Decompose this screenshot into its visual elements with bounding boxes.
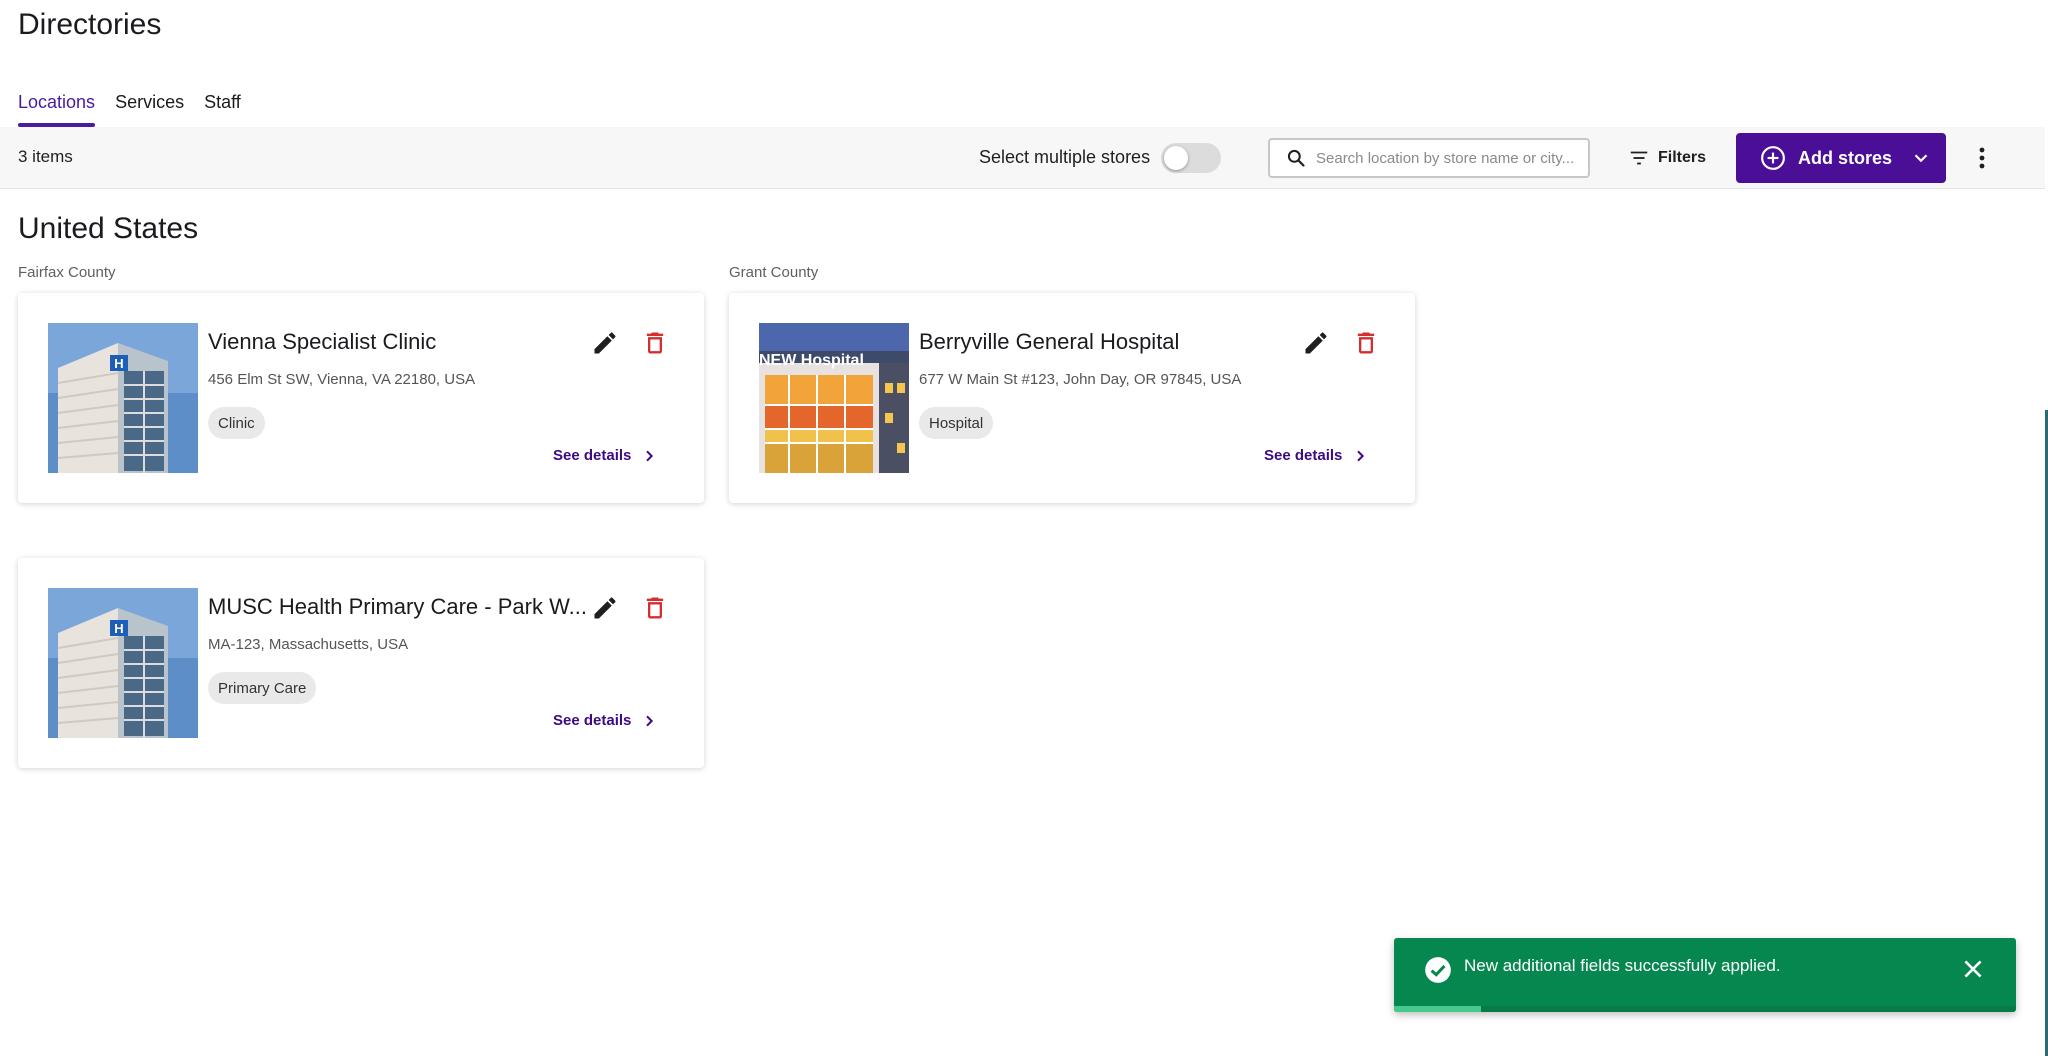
category-chip: Clinic: [208, 407, 265, 439]
pencil-icon: [594, 597, 616, 619]
chevron-right-icon: [646, 715, 654, 726]
location-card: NEW Hospital Berryville General Hospital…: [729, 293, 1415, 503]
tab-staff[interactable]: Staff: [204, 90, 241, 127]
toast-progress-fill: [1394, 1006, 1482, 1012]
toast-message: New additional fields successfully appli…: [1464, 956, 1781, 975]
location-card: H MUSC Health Primary Care - Park W... M…: [18, 558, 704, 768]
trash-icon: [646, 332, 664, 354]
card-address: MA-123, Massachusetts, USA: [208, 636, 409, 653]
toast-progress-track: [1394, 1006, 2016, 1012]
success-toast: New additional fields successfully appli…: [1394, 938, 2016, 1012]
multi-select-label: Select multiple stores: [979, 147, 1151, 167]
see-details-link[interactable]: See details: [1264, 447, 1368, 464]
add-stores-button[interactable]: Add stores: [1736, 133, 1946, 183]
card-title: Berryville General Hospital: [919, 329, 1180, 354]
delete-button[interactable]: [1352, 329, 1380, 357]
directories-page: Directories Locations Services Staff 3 i…: [0, 0, 2048, 1056]
close-icon: [1964, 960, 1982, 978]
trash-icon: [646, 597, 664, 619]
see-details-label: See details: [1264, 447, 1343, 464]
toolbar: 3 items Select multiple stores Filters: [0, 127, 2045, 189]
tabs: Locations Services Staff: [18, 90, 241, 127]
card-address: 456 Elm St SW, Vienna, VA 22180, USA: [208, 371, 476, 388]
country-heading: United States: [18, 212, 199, 245]
add-circle-icon: [1761, 146, 1785, 170]
chevron-down-icon[interactable]: [1910, 147, 1932, 169]
tab-locations[interactable]: Locations: [18, 90, 96, 127]
items-count: 3 items: [18, 147, 73, 166]
filters-button[interactable]: Filters: [1628, 143, 1706, 173]
filter-icon: [1630, 151, 1648, 165]
image-sign-text: NEW Hospital: [759, 352, 864, 369]
hospital-tower-image: H: [48, 588, 198, 738]
card-address: 677 W Main St #123, John Day, OR 97845, …: [919, 371, 1242, 388]
search-box[interactable]: [1268, 138, 1590, 178]
trash-icon: [1357, 332, 1375, 354]
chevron-right-icon: [1357, 450, 1365, 461]
county-label-grant: Grant County: [729, 264, 819, 281]
toggle-knob: [1164, 146, 1188, 170]
search-input[interactable]: [1314, 148, 1584, 168]
delete-button[interactable]: [641, 329, 669, 357]
see-details-link[interactable]: See details: [553, 447, 657, 464]
new-hospital-building-image: NEW Hospital: [759, 323, 909, 473]
card-title: Vienna Specialist Clinic: [208, 329, 437, 354]
check-circle-icon: [1425, 957, 1451, 983]
hospital-tower-image: H: [48, 323, 198, 473]
add-stores-label: Add stores: [1798, 147, 1893, 168]
filters-label: Filters: [1658, 149, 1707, 166]
edit-button[interactable]: [591, 594, 619, 622]
search-icon: [1287, 149, 1305, 167]
delete-button[interactable]: [641, 594, 669, 622]
category-chip: Hospital: [919, 407, 994, 439]
more-vertical-icon: [1979, 147, 1985, 169]
location-card: H Vienna Specialist Clinic 456 Elm St SW…: [18, 293, 704, 503]
see-details-label: See details: [553, 447, 632, 464]
svg-text:H: H: [114, 621, 123, 636]
see-details-label: See details: [553, 712, 632, 729]
edit-button[interactable]: [591, 329, 619, 357]
multi-select-toggle[interactable]: [1161, 143, 1221, 173]
svg-text:H: H: [114, 356, 123, 371]
tab-services[interactable]: Services: [115, 90, 184, 127]
pencil-icon: [1305, 332, 1327, 354]
category-chip: Primary Care: [208, 672, 317, 704]
page-title: Directories: [18, 8, 162, 41]
more-options-button[interactable]: [1970, 143, 1994, 173]
chevron-right-icon: [646, 450, 654, 461]
edit-button[interactable]: [1302, 329, 1330, 357]
card-title: MUSC Health Primary Care - Park W...: [208, 594, 587, 619]
pencil-icon: [594, 332, 616, 354]
toast-close-button[interactable]: [1960, 956, 1986, 982]
county-label-fairfax: Fairfax County: [18, 264, 116, 281]
see-details-link[interactable]: See details: [553, 712, 657, 729]
